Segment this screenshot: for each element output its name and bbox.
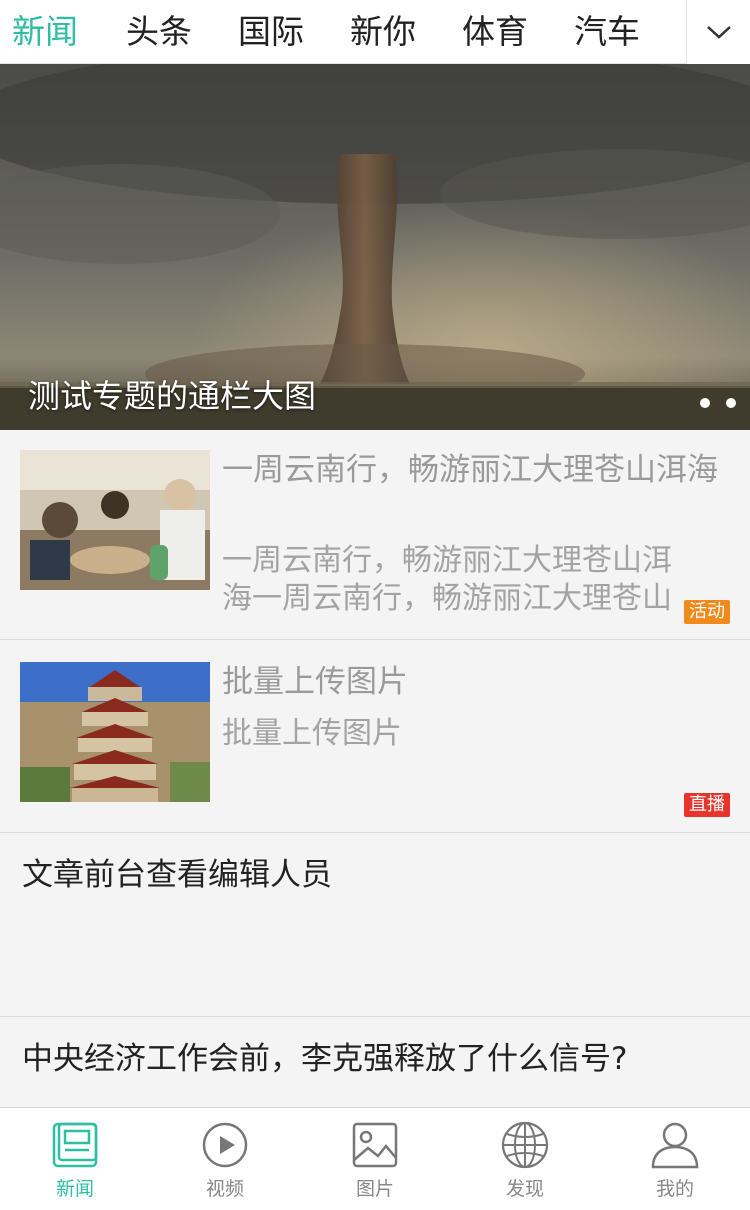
nav-label: 视频: [205, 1178, 244, 1200]
globe-icon: [501, 1121, 549, 1169]
news-item[interactable]: 一周云南行，畅游丽江大理苍山洱海 一周云南行，畅游丽江大理苍山洱海一周云南行，畅…: [0, 430, 750, 640]
image-icon: [352, 1122, 398, 1168]
banner-title: 测试专题的通栏大图: [28, 377, 317, 415]
bottom-navigation: 新闻 视频 图片 发现 我的: [0, 1107, 750, 1210]
news-thumbnail: [20, 450, 210, 590]
activity-badge: 活动: [684, 600, 730, 624]
tab-headlines[interactable]: 头条: [126, 12, 192, 52]
more-tabs-button[interactable]: [686, 0, 750, 64]
news-item[interactable]: 文章前台查看编辑人员: [0, 833, 750, 1017]
nav-label: 我的: [655, 1178, 694, 1200]
user-icon: [651, 1122, 699, 1169]
news-title: 文章前台查看编辑人员: [22, 857, 332, 893]
live-badge: 直播: [684, 793, 730, 817]
tab-news[interactable]: 新闻: [12, 12, 78, 52]
nav-profile[interactable]: 我的: [600, 1108, 750, 1210]
tab-sports[interactable]: 体育: [462, 12, 528, 52]
nav-label: 发现: [505, 1178, 544, 1200]
tab-xinni[interactable]: 新你: [350, 12, 416, 52]
chevron-down-icon: [706, 26, 731, 39]
news-description: 批量上传图片: [222, 716, 402, 751]
news-thumbnail: [20, 662, 210, 802]
news-description: 一周云南行，畅游丽江大理苍山洱海一周云南行，畅游丽江大理苍山: [222, 543, 672, 616]
news-item[interactable]: 中央经济工作会前，李克强释放了什么信号?: [0, 1017, 750, 1107]
carousel-dot[interactable]: [700, 398, 710, 408]
news-item[interactable]: 批量上传图片 批量上传图片 直播: [0, 640, 750, 833]
nav-label: 图片: [355, 1178, 394, 1200]
nav-news[interactable]: 新闻: [0, 1108, 150, 1210]
news-title: 批量上传图片: [222, 664, 408, 700]
nav-label: 新闻: [55, 1178, 94, 1200]
banner-carousel[interactable]: 测试专题的通栏大图: [0, 64, 750, 430]
news-title: 中央经济工作会前，李克强释放了什么信号?: [22, 1041, 628, 1077]
nav-images[interactable]: 图片: [300, 1108, 450, 1210]
video-play-icon: [202, 1122, 248, 1168]
nav-discover[interactable]: 发现: [450, 1108, 600, 1210]
tab-auto[interactable]: 汽车: [574, 12, 640, 52]
tab-international[interactable]: 国际: [238, 12, 304, 52]
news-title: 一周云南行，畅游丽江大理苍山洱海: [222, 452, 718, 488]
carousel-indicator: [700, 398, 736, 408]
nav-video[interactable]: 视频: [150, 1108, 300, 1210]
news-icon: [52, 1122, 98, 1168]
top-tab-bar: 新闻 头条 国际 新你 体育 汽车: [0, 0, 750, 64]
carousel-dot[interactable]: [726, 398, 736, 408]
